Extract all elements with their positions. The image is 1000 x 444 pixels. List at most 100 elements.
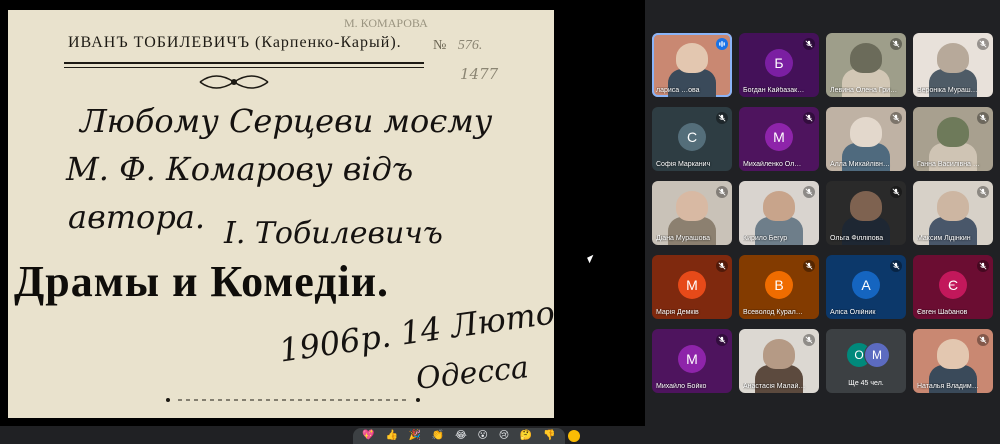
participant-tile[interactable]: Б Богдан Кайбазак…: [739, 33, 819, 97]
participant-tile[interactable]: Левина Олена Гри…: [826, 33, 906, 97]
inscription-line-2: М. Ф. Комарову відъ: [66, 150, 414, 188]
participant-tile[interactable]: Кирило Бегур: [739, 181, 819, 245]
stamp-no-sign: №: [433, 38, 447, 53]
participant-tile[interactable]: А Аліса Олійник: [826, 255, 906, 319]
participant-name: Наталья Владим…: [917, 383, 979, 390]
mic-muted-icon: [716, 186, 728, 198]
participant-name: Ганна Василівна …: [917, 161, 980, 168]
participant-tile[interactable]: С Софія Марканич: [652, 107, 732, 171]
reactions-bar[interactable]: 💖 👍 🎉 👏 😂 😮 😢 🤔 👎: [353, 428, 565, 444]
participant-name: Анастасія Малай…: [743, 383, 806, 390]
participant-tile[interactable]: Є Євген Шабанов: [913, 255, 993, 319]
participant-tile[interactable]: Алла Михайлівн…: [826, 107, 906, 171]
bottom-ornament: [158, 390, 428, 402]
participant-name: Вероніка Мураш…: [917, 87, 978, 94]
participant-video-face: [937, 191, 969, 221]
participant-tile[interactable]: Діана Мурашова: [652, 181, 732, 245]
mic-muted-icon: [803, 186, 815, 198]
mic-muted-icon: [716, 112, 728, 124]
inscription-line-3: автора.: [68, 198, 206, 236]
reaction-emoji-icon[interactable]: 🎉: [409, 430, 421, 442]
participant-video-face: [850, 43, 882, 73]
more-participants-label: Ще 45 чел.: [848, 380, 884, 387]
participant-video-face: [850, 117, 882, 147]
mic-muted-icon: [890, 112, 902, 124]
stamp-number: 576.: [457, 38, 483, 53]
participant-avatar: М: [678, 345, 706, 373]
inventory-number: 1477: [460, 65, 499, 83]
participant-name: Кирило Бегур: [743, 235, 788, 242]
participant-tile[interactable]: Максим Лідінкин: [913, 181, 993, 245]
participant-tile[interactable]: М Михайленко Ол…: [739, 107, 819, 171]
reaction-emoji-icon[interactable]: 👎: [543, 430, 555, 442]
participant-tile[interactable]: Наталья Владим…: [913, 329, 993, 393]
participant-name: Ольга Філліпова: [830, 235, 884, 242]
book-title: Драмы и Комедіи.: [14, 257, 390, 306]
mic-muted-icon: [890, 186, 902, 198]
reaction-emoji-icon[interactable]: 👍: [386, 430, 398, 442]
mic-muted-icon: [977, 260, 989, 272]
participant-name: Всеволод Курал…: [743, 309, 803, 316]
presentation-stage: М. КОМАРОВА № 576. 1477 ИВАНЪ ТОБИЛЕВИЧЪ…: [0, 0, 645, 426]
participant-video-face: [763, 191, 795, 221]
more-participants-avatar: М: [864, 342, 890, 368]
mouse-cursor-icon: [587, 254, 596, 264]
mic-muted-icon: [716, 260, 728, 272]
raise-hand-icon[interactable]: [568, 430, 580, 442]
mic-muted-icon: [803, 112, 815, 124]
divider-ornament-icon: [166, 398, 420, 402]
inscription-line-1: Любому Серцеви моєму: [80, 102, 493, 140]
participant-avatar: С: [678, 123, 706, 151]
mic-muted-icon: [716, 334, 728, 346]
participant-name: лариса …ова: [656, 87, 700, 94]
participant-tile[interactable]: Ганна Василівна …: [913, 107, 993, 171]
participant-tile[interactable]: лариса …ова: [652, 33, 732, 97]
inscription-signature: І. Тобилевичъ: [224, 216, 443, 251]
reaction-emoji-icon[interactable]: 👏: [432, 430, 444, 442]
book-author-header: ИВАНЪ ТОБИЛЕВИЧЪ (Карпенко-Карый).: [68, 34, 402, 51]
participant-name: Софія Марканич: [656, 161, 711, 168]
participant-video-face: [937, 117, 969, 147]
mic-muted-icon: [890, 38, 902, 50]
participant-name: Михайло Бойко: [656, 383, 707, 390]
reaction-emoji-icon[interactable]: 💖: [362, 430, 374, 442]
participant-tile[interactable]: О М Ще 45 чел.: [826, 329, 906, 393]
ornament-icon: [199, 75, 269, 89]
participant-name: Євген Шабанов: [917, 309, 968, 316]
mic-muted-icon: [803, 38, 815, 50]
mic-muted-icon: [803, 334, 815, 346]
participant-tile[interactable]: М Марія Демків: [652, 255, 732, 319]
participant-name: Богдан Кайбазак…: [743, 87, 805, 94]
participant-name: Михайленко Ол…: [743, 161, 802, 168]
mic-muted-icon: [977, 112, 989, 124]
participant-video-face: [763, 339, 795, 369]
participant-tile[interactable]: Вероніка Мураш…: [913, 33, 993, 97]
shared-screen-slide: М. КОМАРОВА № 576. 1477 ИВАНЪ ТОБИЛЕВИЧЪ…: [8, 10, 554, 418]
participant-video-face: [937, 339, 969, 369]
participant-tile[interactable]: Ольга Філліпова: [826, 181, 906, 245]
participant-video-face: [676, 43, 708, 73]
speaking-indicator-icon: [716, 38, 728, 50]
reaction-emoji-icon[interactable]: 🤔: [520, 430, 532, 442]
participant-tile[interactable]: В Всеволод Курал…: [739, 255, 819, 319]
participant-tile[interactable]: М Михайло Бойко: [652, 329, 732, 393]
inscription-place: Одесса: [414, 350, 531, 397]
participant-avatar: А: [852, 271, 880, 299]
participant-tile[interactable]: Анастасія Малай…: [739, 329, 819, 393]
mic-muted-icon: [803, 260, 815, 272]
reaction-emoji-icon[interactable]: 😢: [499, 430, 509, 442]
reaction-emoji-icon[interactable]: 😂: [455, 430, 467, 442]
participant-video-face: [937, 43, 969, 73]
participant-video-face: [850, 191, 882, 221]
participant-avatar: М: [678, 271, 706, 299]
participant-name: Алла Михайлівн…: [830, 161, 890, 168]
participant-name: Діана Мурашова: [656, 235, 711, 242]
stamp-number-label: № 576.: [433, 38, 482, 54]
participant-avatar: М: [765, 123, 793, 151]
library-stamp: М. КОМАРОВА: [344, 16, 428, 30]
mic-muted-icon: [977, 334, 989, 346]
mic-muted-icon: [890, 260, 902, 272]
reaction-emoji-icon[interactable]: 😮: [478, 430, 488, 442]
participant-video-face: [676, 191, 708, 221]
participant-name: Марія Демків: [656, 309, 699, 316]
